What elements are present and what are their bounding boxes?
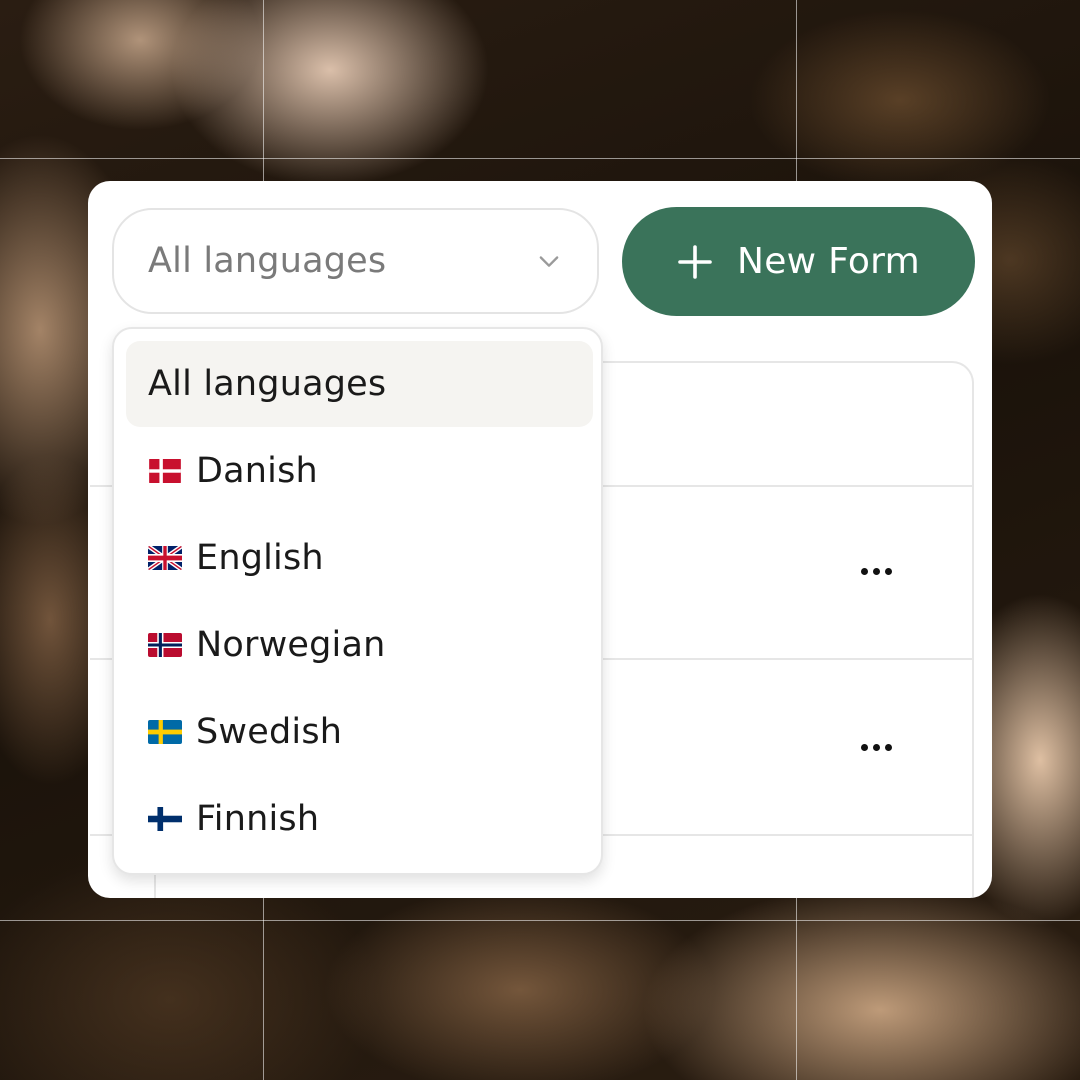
- new-form-button[interactable]: New Form: [622, 207, 975, 316]
- language-option-norwegian[interactable]: Norwegian: [126, 602, 593, 688]
- language-option-english[interactable]: English: [126, 515, 593, 601]
- option-label: Swedish: [196, 712, 343, 752]
- swedish-flag-icon: [148, 720, 182, 744]
- grid-line: [0, 920, 1080, 921]
- more-options-icon[interactable]: [846, 732, 906, 762]
- more-options-icon[interactable]: [846, 556, 906, 586]
- language-option-finnish[interactable]: Finnish: [126, 776, 593, 862]
- language-option-all[interactable]: All languages: [126, 341, 593, 427]
- option-label: Norwegian: [196, 625, 386, 665]
- plus-icon: [678, 244, 712, 279]
- danish-flag-icon: [149, 459, 181, 483]
- chevron-down-icon: [539, 256, 559, 267]
- forms-card: All languages New Form All languages Dan…: [88, 181, 992, 898]
- language-option-danish[interactable]: Danish: [126, 428, 593, 514]
- language-filter-select[interactable]: All languages: [112, 208, 599, 314]
- norwegian-flag-icon: [148, 633, 182, 657]
- option-label: All languages: [148, 364, 387, 404]
- option-label: English: [196, 538, 324, 578]
- language-dropdown-menu: All languages Danish English Norwegian S…: [112, 327, 603, 875]
- language-filter-value: All languages: [148, 241, 387, 281]
- new-form-label: New Form: [736, 241, 921, 282]
- language-option-swedish[interactable]: Swedish: [126, 689, 593, 775]
- grid-line: [0, 158, 1080, 159]
- option-label: Finnish: [196, 799, 320, 839]
- finnish-flag-icon: [148, 807, 182, 831]
- option-label: Danish: [196, 451, 318, 491]
- uk-flag-icon: [148, 546, 182, 570]
